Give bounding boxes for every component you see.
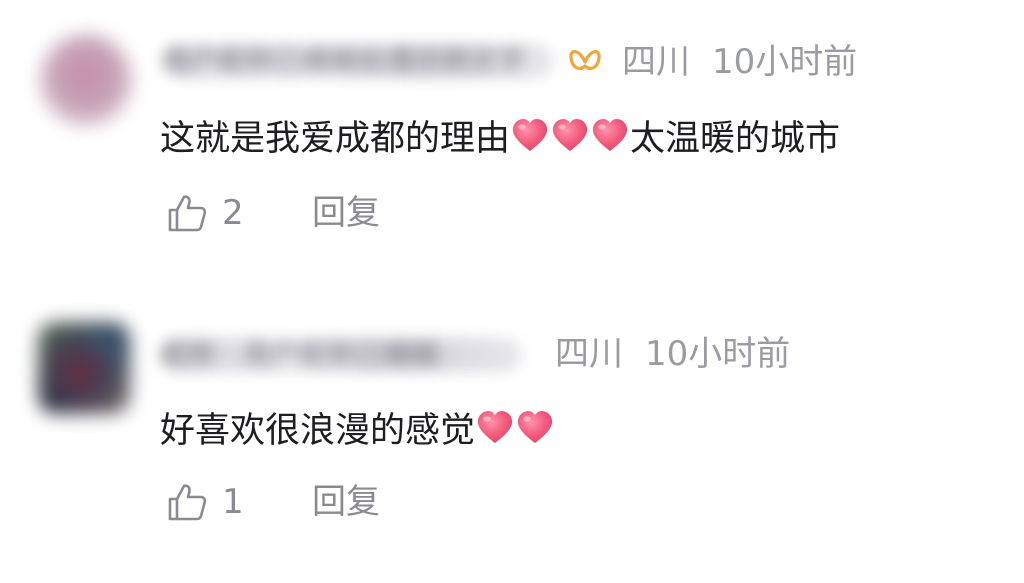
comment-item: 用户昵称已模糊处理示例文字 四川 10小时前 这就是我爱成都的理由 太温暖的城市 …: [0, 0, 1024, 290]
comment-text-part: 这就是我爱成都的理由: [160, 119, 511, 159]
heart-icon: [477, 411, 513, 443]
thumbs-up-icon: [168, 195, 207, 232]
thumbs-up-icon: [168, 484, 207, 521]
comment-location: 四川: [555, 334, 623, 374]
heart-icon: [552, 119, 588, 151]
comment-item: 昵称 · 用户昵称已模糊 四川 10小时前 好喜欢很浪漫的感觉 1 回复: [0, 290, 1024, 583]
like-count: 2: [222, 193, 244, 233]
avatar[interactable]: [40, 34, 132, 126]
heart-icon: [517, 411, 553, 443]
comment-text: 这就是我爱成都的理由 太温暖的城市: [160, 116, 840, 161]
comment-text: 好喜欢很浪漫的感觉: [160, 408, 555, 453]
comment-location: 四川: [622, 42, 690, 82]
like-count: 1: [222, 482, 244, 522]
comment-time: 10小时前: [645, 334, 791, 374]
heart-icon: [512, 119, 548, 151]
avatar[interactable]: [38, 322, 130, 414]
reply-button[interactable]: 回复: [312, 478, 380, 526]
username-blurred[interactable]: 昵称 · 用户昵称已模糊: [160, 338, 522, 372]
butterfly-icon: [569, 50, 601, 71]
comment-time: 10小时前: [712, 42, 858, 82]
comment-text-part: 太温暖的城市: [630, 119, 841, 159]
comment-text-part: 好喜欢很浪漫的感觉: [160, 411, 476, 451]
username-blurred[interactable]: 用户昵称已模糊处理示例文字: [162, 44, 554, 78]
reply-button[interactable]: 回复: [312, 189, 380, 237]
heart-icon: [592, 119, 628, 151]
